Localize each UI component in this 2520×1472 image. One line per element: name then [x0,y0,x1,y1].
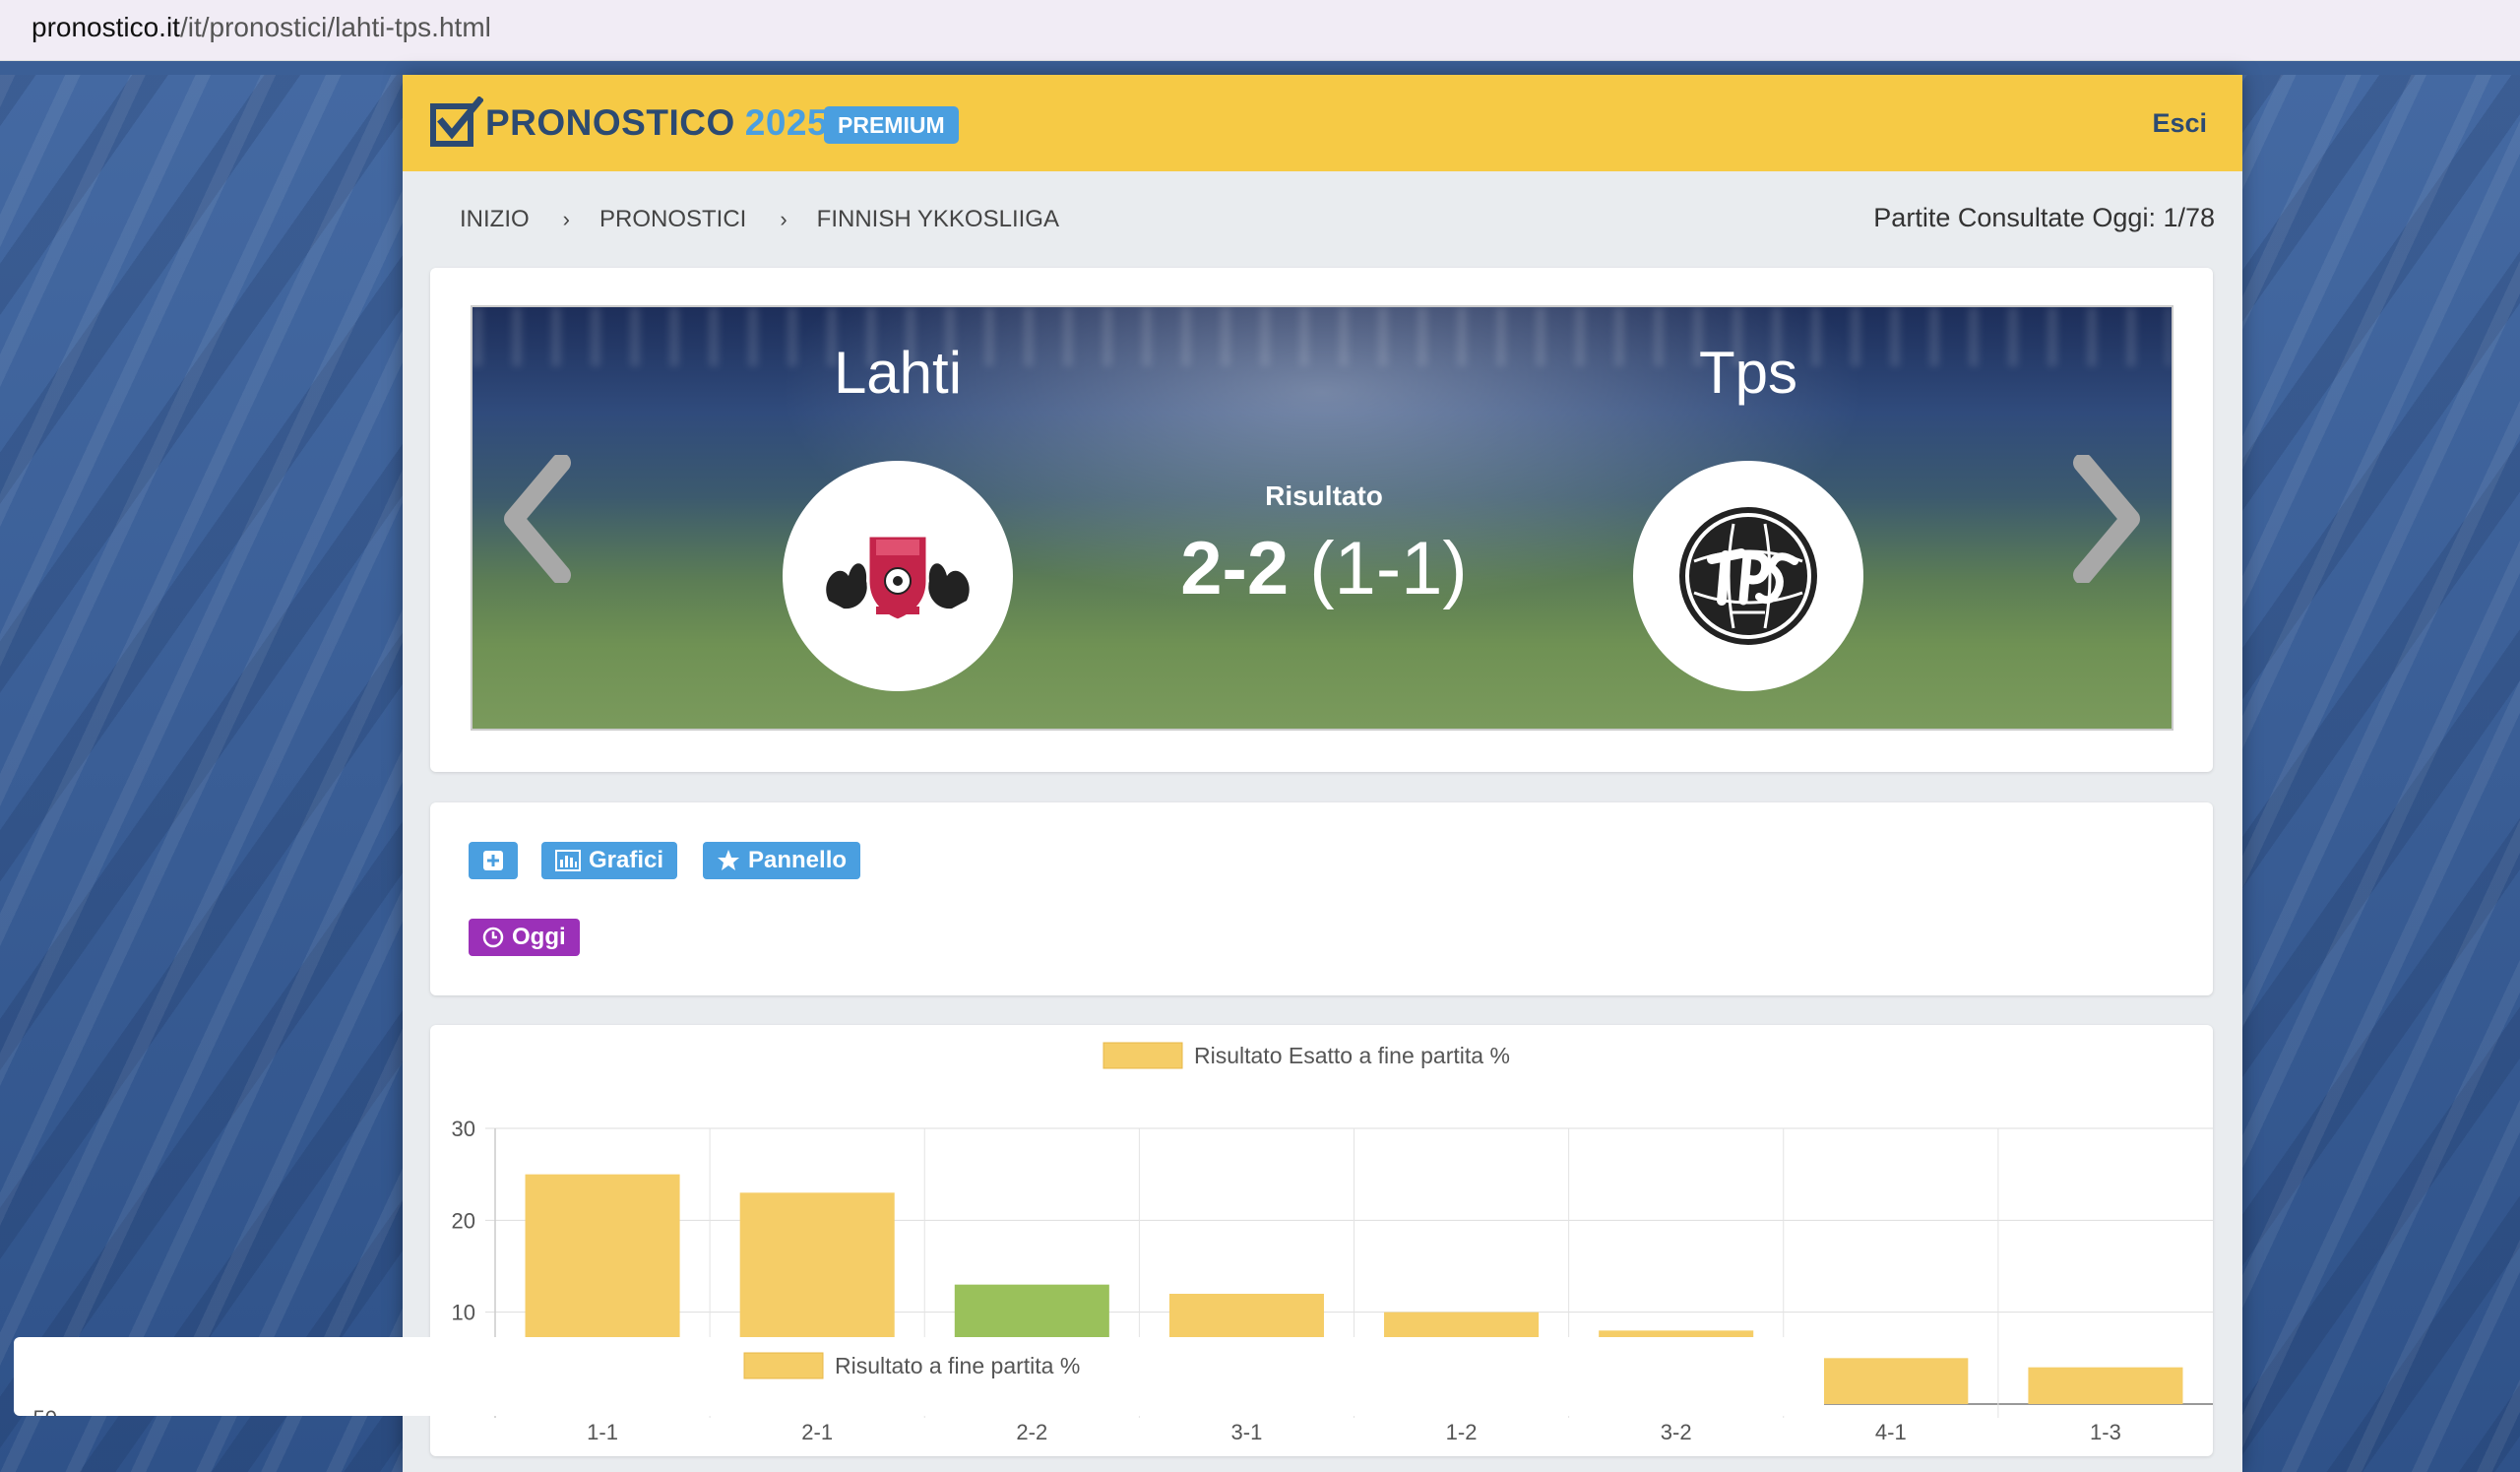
plus-square-icon [483,851,503,870]
x-tick-label: 4-1 [1875,1420,1907,1444]
final-result-bar-chart: Risultato a fine partita % 50 [33,1352,1080,1431]
charts-button-label: Grafici [589,847,664,873]
today-button-label: Oggi [512,924,566,950]
breadcrumb-separator: › [562,207,570,231]
breadcrumb-home[interactable]: INIZIO [460,206,530,233]
legend-swatch [743,1352,824,1379]
star-icon [718,850,739,870]
result-label: Risultato [1265,480,1383,511]
half-time-score: (1-1) [1309,527,1468,610]
final-result-chart-card: Risultato a fine partita % 50 [14,1337,1824,1431]
y-tick-label: 10 [452,1301,475,1325]
matches-viewed-counter: Partite Consultate Oggi: 1/78 [1873,203,2215,232]
breadcrumb: INIZIO › PRONOSTICI › FINNISH YKKOSLIIGA [460,206,1059,233]
legend-swatch [1102,1042,1183,1069]
x-tick-label: 1-1 [587,1420,618,1444]
x-tick-label: 1-3 [2090,1420,2121,1444]
today-button[interactable]: Oggi [469,919,580,956]
url-text[interactable]: pronostico.it/it/pronostici/lahti-tps.ht… [32,12,491,43]
x-tick-label: 3-1 [1231,1420,1263,1444]
x-tick-label: 2-1 [801,1420,833,1444]
bar-1-3 [2028,1367,2183,1404]
stadium-banner: Lahti Tps Risultato 2-2 (1-1) [471,305,2174,731]
site-logo[interactable]: PRONOSTICO 2025 [485,102,828,144]
x-tick-label: 3-2 [1661,1420,1692,1444]
bar-4-1 [1813,1358,1969,1404]
full-time-score: 2-2 [1180,527,1290,610]
away-team-name[interactable]: Tps [1601,339,1896,407]
bar-chart-icon [555,850,581,871]
panel-button-label: Pannello [748,847,848,873]
clock-icon [482,927,504,948]
y-tick-label: 50 [33,1406,57,1416]
x-tick-label: 1-2 [1446,1420,1478,1444]
breadcrumb-league[interactable]: FINNISH YKKOSLIIGA [817,206,1059,233]
actions-card: Grafici Pannello Oggi [430,802,2213,995]
final-score: 2-2 (1-1) [472,526,2172,611]
match-card: Lahti Tps Risultato 2-2 (1-1) [430,268,2213,772]
checkbox-logo-icon[interactable] [430,96,483,148]
stadium-lights [472,307,2172,366]
legend-label: Risultato Esatto a fine partita % [1194,1043,1510,1068]
browser-url-bar[interactable]: ⁝ pronostico.it/it/pronostici/lahti-tps.… [0,0,2520,61]
expand-button[interactable] [469,842,518,879]
panel-button[interactable]: Pannello [703,842,861,879]
top-navbar: PRONOSTICO 2025 PREMIUM Esci [403,75,2242,171]
breadcrumb-separator: › [780,207,788,231]
logout-link[interactable]: Esci [2152,108,2207,139]
home-team-name[interactable]: Lahti [750,339,1045,407]
breadcrumb-pronostici[interactable]: PRONOSTICI [599,206,746,233]
y-tick-label: 30 [452,1117,475,1141]
y-tick-label: 20 [452,1208,475,1233]
charts-button[interactable]: Grafici [541,842,678,879]
main-container: PRONOSTICO 2025 PREMIUM Esci INIZIO › PRO… [403,75,2242,1472]
legend-label: Risultato a fine partita % [835,1353,1080,1378]
premium-badge[interactable]: PREMIUM [824,106,959,144]
site-info-icon[interactable]: ⁝ [0,14,3,46]
x-tick-label: 2-2 [1016,1420,1047,1444]
